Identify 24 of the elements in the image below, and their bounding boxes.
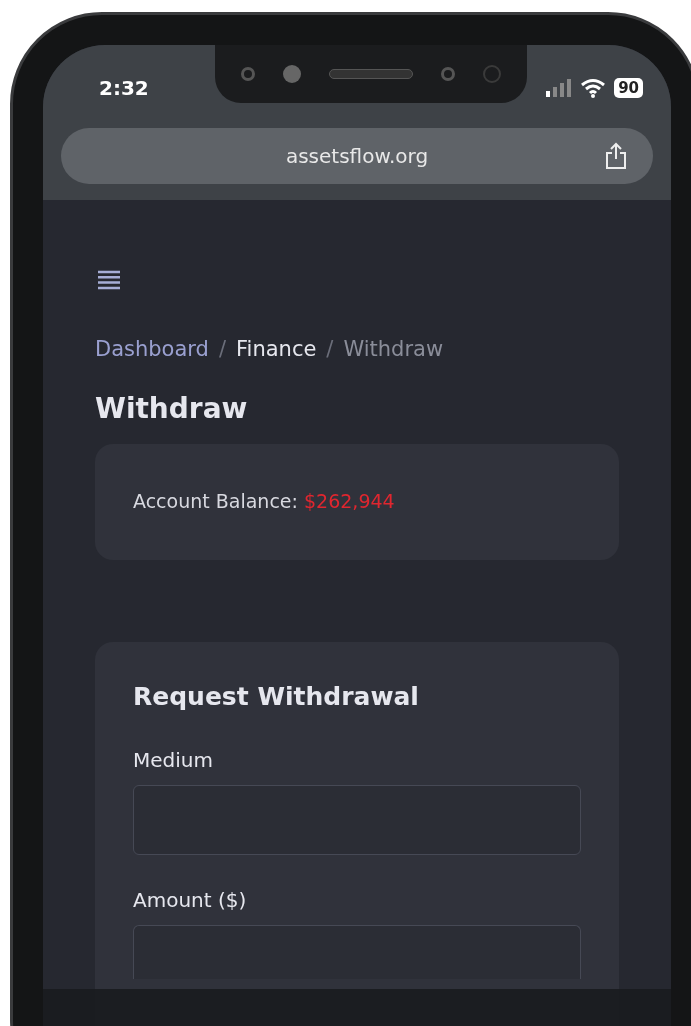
- breadcrumb-link[interactable]: Finance: [236, 334, 317, 366]
- signal-icon: [546, 79, 573, 97]
- share-icon[interactable]: [605, 142, 627, 170]
- status-time: 2:32: [99, 75, 149, 102]
- camera-icon: [441, 67, 455, 81]
- input-field[interactable]: [133, 925, 581, 979]
- sensor-icon: [283, 65, 301, 83]
- battery-level: 90: [614, 78, 643, 98]
- breadcrumb-separator: /: [218, 336, 226, 363]
- balance-label: Account Balance: $262,944: [133, 489, 395, 515]
- page-title: Withdraw: [95, 390, 249, 427]
- field-label: Amount ($): [133, 887, 248, 914]
- wifi-icon: [580, 78, 607, 98]
- url-text: assetsflow.org: [285, 143, 429, 170]
- camera-icon: [241, 67, 255, 81]
- address-bar[interactable]: assetsflow.org: [61, 128, 653, 184]
- breadcrumb-separator: /: [326, 336, 334, 363]
- field-label: Medium: [133, 747, 214, 774]
- menu-icon[interactable]: [98, 270, 120, 290]
- input-field[interactable]: [133, 785, 581, 855]
- form-title: Request Withdrawal: [133, 680, 420, 713]
- sensor-icon: [483, 65, 501, 83]
- breadcrumb-current: Withdraw: [343, 336, 444, 363]
- breadcrumb-link[interactable]: Dashboard: [95, 334, 209, 366]
